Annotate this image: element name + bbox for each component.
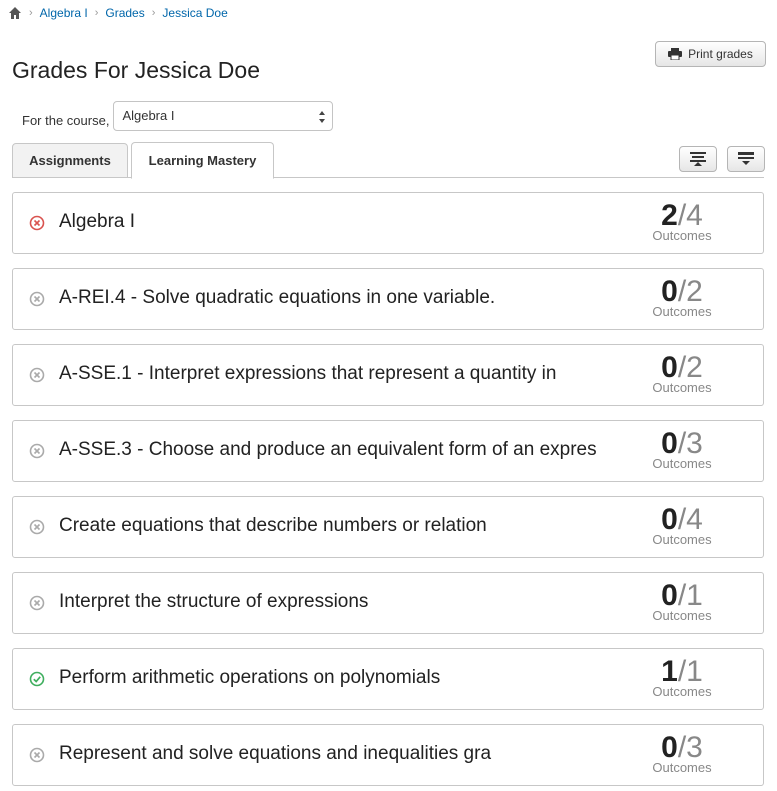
course-filter-label: For the course, bbox=[22, 112, 110, 128]
outcomes-label: Outcomes bbox=[652, 608, 712, 623]
failed-status-icon bbox=[29, 215, 45, 231]
outcome-group-score: 0/3 Outcomes bbox=[643, 429, 721, 471]
outcome-group-title: Algebra I bbox=[59, 211, 136, 232]
chevron-right-icon: › bbox=[94, 7, 99, 19]
outcome-group-score: 0/1 Outcomes bbox=[643, 581, 721, 623]
collapse-all-icon bbox=[738, 152, 754, 165]
expand-all-button[interactable] bbox=[679, 146, 717, 172]
outcome-group[interactable]: Create equations that describe numbers o… bbox=[12, 496, 764, 558]
outcome-group[interactable]: Represent and solve equations and inequa… bbox=[12, 724, 764, 786]
outcome-group-score: 0/2 Outcomes bbox=[643, 277, 721, 319]
tab-learning-mastery[interactable]: Learning Mastery bbox=[131, 142, 274, 179]
outcomes-label: Outcomes bbox=[652, 380, 712, 395]
outcomes-label: Outcomes bbox=[652, 532, 712, 547]
collapse-all-button[interactable] bbox=[727, 146, 765, 172]
outcome-group-title: A-SSE.1 - Interpret expressions that rep… bbox=[59, 363, 557, 384]
outcome-group-title: Represent and solve equations and inequa… bbox=[59, 743, 492, 764]
unassessed-status-icon bbox=[29, 747, 45, 763]
unassessed-status-icon bbox=[29, 519, 45, 535]
passed-status-icon bbox=[29, 671, 45, 687]
course-select-value: Algebra I bbox=[122, 108, 175, 123]
breadcrumb-grades-link[interactable]: Grades bbox=[105, 6, 144, 20]
tab-bar: Assignments Learning Mastery bbox=[12, 142, 765, 179]
print-grades-label: Print grades bbox=[688, 47, 753, 61]
outcomes-label: Outcomes bbox=[652, 456, 712, 471]
outcome-group[interactable]: A-SSE.1 - Interpret expressions that rep… bbox=[12, 344, 764, 406]
print-grades-button[interactable]: Print grades bbox=[655, 41, 766, 67]
outcome-group[interactable]: Algebra I 2/4 Outcomes bbox=[12, 192, 764, 254]
outcome-group-title: Create equations that describe numbers o… bbox=[59, 515, 487, 536]
home-icon[interactable] bbox=[8, 6, 22, 20]
outcome-group-score: 1/1 Outcomes bbox=[643, 657, 721, 699]
outcomes-label: Outcomes bbox=[652, 684, 712, 699]
breadcrumb-student-link[interactable]: Jessica Doe bbox=[162, 6, 227, 20]
outcome-group-title: Interpret the structure of expressions bbox=[59, 591, 369, 612]
outcome-group-title: A-SSE.3 - Choose and produce an equivale… bbox=[59, 439, 597, 460]
unassessed-status-icon bbox=[29, 595, 45, 611]
unassessed-status-icon bbox=[29, 291, 45, 307]
outcome-group-score: 0/4 Outcomes bbox=[643, 505, 721, 547]
outcome-group-score: 2/4 Outcomes bbox=[643, 201, 721, 243]
expand-all-icon bbox=[690, 152, 706, 166]
course-filter: For the course, Algebra I bbox=[22, 101, 334, 131]
unassessed-status-icon bbox=[29, 443, 45, 459]
tab-assignments[interactable]: Assignments bbox=[12, 143, 128, 178]
outcomes-label: Outcomes bbox=[652, 304, 712, 319]
chevron-right-icon: › bbox=[29, 7, 33, 19]
outcome-group-title: A-REI.4 - Solve quadratic equations in o… bbox=[59, 287, 496, 308]
outcome-group-score: 0/2 Outcomes bbox=[643, 353, 721, 395]
outcome-group[interactable]: Perform arithmetic operations on polynom… bbox=[12, 648, 764, 710]
course-select[interactable]: Algebra I bbox=[113, 101, 334, 131]
outcome-group[interactable]: Interpret the structure of expressions 0… bbox=[12, 572, 764, 634]
breadcrumb-course-link[interactable]: Algebra I bbox=[40, 6, 88, 20]
outcome-group-title: Perform arithmetic operations on polynom… bbox=[59, 667, 441, 688]
outcome-group[interactable]: A-REI.4 - Solve quadratic equations in o… bbox=[12, 268, 764, 330]
outcomes-label: Outcomes bbox=[652, 760, 712, 775]
chevron-right-icon: › bbox=[151, 7, 156, 19]
printer-icon bbox=[668, 48, 683, 60]
select-arrows-icon bbox=[319, 111, 326, 123]
page-title: Grades For Jessica Doe bbox=[12, 57, 260, 83]
breadcrumb: › Algebra I › Grades › Jessica Doe bbox=[8, 4, 228, 22]
unassessed-status-icon bbox=[29, 367, 45, 383]
outcome-group[interactable]: A-SSE.3 - Choose and produce an equivale… bbox=[12, 420, 764, 482]
outcomes-label: Outcomes bbox=[652, 228, 712, 243]
outcome-group-score: 0/3 Outcomes bbox=[643, 733, 721, 775]
